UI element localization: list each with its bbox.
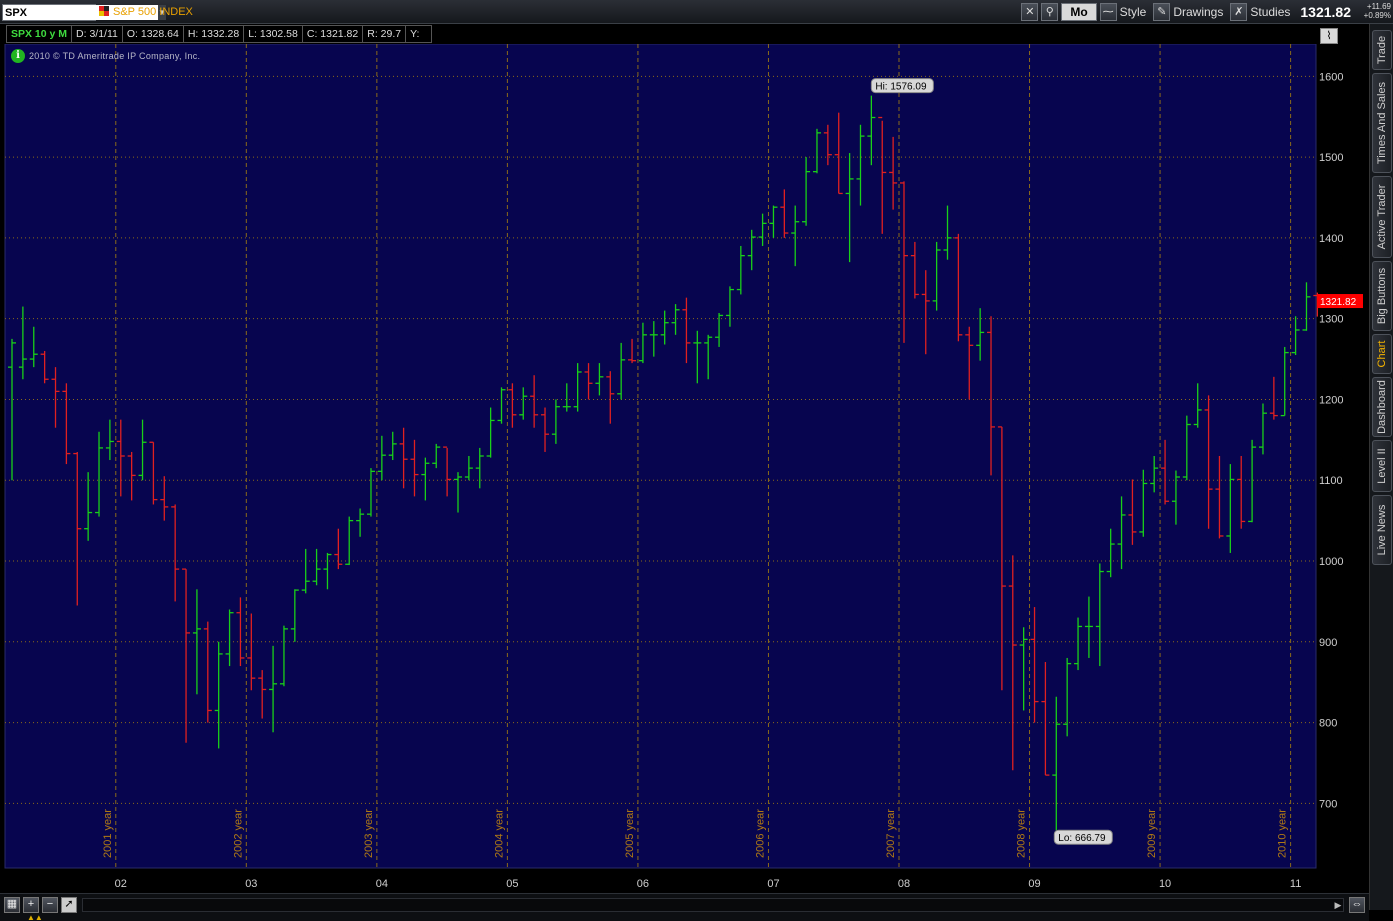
studies-button[interactable]: Studies <box>1250 5 1290 19</box>
year-label: 2007 year <box>885 809 897 858</box>
y-tick-label: 800 <box>1319 718 1337 730</box>
x-tick-label: 10 <box>1159 878 1171 890</box>
tab-active-trader[interactable]: Active Trader <box>1372 176 1392 258</box>
info-line: i 2010 © TD Ameritrade IP Company, Inc. <box>11 49 200 63</box>
year-label: 2004 year <box>493 809 505 858</box>
symbol-selector[interactable]: ▼ <box>2 4 166 21</box>
y-tick-label: 1600 <box>1319 71 1343 83</box>
magnify-icon[interactable]: ⚲ <box>1041 3 1059 21</box>
quote-high: H: 1332.28 <box>183 25 245 43</box>
x-tick-label: 02 <box>115 878 127 890</box>
year-label: 2005 year <box>624 809 636 858</box>
quote-symbol-period: SPX 10 y M <box>6 25 73 43</box>
y-tick-label: 1400 <box>1319 233 1343 245</box>
y-tick-label: 1200 <box>1319 394 1343 406</box>
layout-grid-icon[interactable]: ▦ <box>4 897 20 913</box>
low-annotation: Lo: 666.79 <box>1053 829 1113 845</box>
toolbar-controls: ✕ ⚲ Mo ⁓ Style ✎ Drawings ✗ Studies 1321… <box>1021 3 1351 21</box>
quote-date: D: 3/1/11 <box>72 25 123 43</box>
tab-dashboard[interactable]: Dashboard <box>1372 377 1392 437</box>
y-tick-label: 700 <box>1319 798 1337 810</box>
quote-open: O: 1328.64 <box>122 25 184 43</box>
tab-live-news[interactable]: Live News <box>1372 495 1392 565</box>
price-chart[interactable]: 700 800 900 1000 1100 1200 1300 1400 1500 1600 02 0… <box>0 44 1369 893</box>
current-price-label: 1321.82 <box>1320 297 1357 308</box>
current-price-tag: 1321.82 <box>1317 294 1363 309</box>
net-change: +11.69 <box>1366 2 1391 11</box>
horizontal-scrollbar[interactable] <box>82 898 1344 912</box>
bottom-bar: ▦ + − ➚ ◀ ▶ ⇔ ▲▲ <box>0 893 1369 921</box>
year-label: 2002 year <box>232 809 244 858</box>
quote-close: C: 1321.82 <box>302 25 364 43</box>
tab-label: Big Buttons <box>1376 267 1388 325</box>
year-label: 2009 year <box>1146 809 1158 858</box>
tab-chart[interactable]: Chart <box>1372 334 1392 374</box>
quote-low: L: 1302.58 <box>244 25 303 43</box>
quote-strip: SPX 10 y M D: 3/1/11 O: 1328.64 H: 1332.… <box>6 25 433 43</box>
index-name: S&P 500 INDEX <box>113 6 193 18</box>
pointer-icon[interactable]: ➚ <box>61 897 77 913</box>
year-label: 2006 year <box>754 809 766 858</box>
x-tick-label: 08 <box>898 878 910 890</box>
year-label: 2010 year <box>1277 809 1289 858</box>
y-tick-label: 1000 <box>1319 556 1343 568</box>
expand-icon[interactable]: ⇔ <box>1349 897 1365 913</box>
style-button[interactable]: Style <box>1120 5 1147 19</box>
x-tick-label: 11 <box>1290 878 1301 890</box>
expand-up-icon[interactable]: ▲▲ <box>27 913 43 921</box>
year-label: 2003 year <box>363 809 375 858</box>
tab-level-ii[interactable]: Level II <box>1372 440 1392 492</box>
side-tabs: Trade Times And Sales Active Trader Big But… <box>1369 24 1393 910</box>
tab-label: Trade <box>1376 35 1388 65</box>
tab-label: Active Trader <box>1376 184 1388 250</box>
high-label: Hi: 1576.09 <box>875 82 927 93</box>
tab-label: Live News <box>1376 504 1388 556</box>
y-tick-label: 1300 <box>1319 314 1343 326</box>
drawings-button[interactable]: Drawings <box>1173 5 1223 19</box>
year-label: 2008 year <box>1016 809 1028 858</box>
symbol-link-icon[interactable] <box>99 6 109 16</box>
style-icon[interactable]: ⁓ <box>1099 3 1117 21</box>
tab-times-and-sales[interactable]: Times And Sales <box>1372 73 1392 173</box>
y-tick-label: 1500 <box>1319 152 1343 164</box>
pencil-icon[interactable]: ✎ <box>1153 3 1171 21</box>
tab-label: Dashboard <box>1376 380 1388 434</box>
studies-icon[interactable]: ✗ <box>1230 3 1248 21</box>
timeframe-button[interactable]: Mo <box>1061 3 1097 21</box>
quote-y: Y: <box>406 25 433 43</box>
tab-trade[interactable]: Trade <box>1372 30 1392 70</box>
chart-settings-icon[interactable]: ⌇ <box>1320 28 1338 44</box>
high-annotation: Hi: 1576.09 <box>870 78 934 94</box>
scroll-right-icon[interactable]: ▶ <box>1331 898 1345 912</box>
x-tick-label: 05 <box>506 878 518 890</box>
zoom-out-icon[interactable]: − <box>42 897 58 913</box>
tab-label: Level II <box>1376 448 1388 484</box>
y-tick-label: 1100 <box>1319 475 1343 487</box>
y-tick-label: 900 <box>1319 637 1337 649</box>
x-tick-label: 07 <box>767 878 779 890</box>
crosshair-icon[interactable]: ✕ <box>1021 3 1039 21</box>
year-label: 2001 year <box>102 809 114 858</box>
low-label: Lo: 666.79 <box>1058 833 1106 844</box>
plot-area <box>4 44 1317 869</box>
zoom-in-icon[interactable]: + <box>23 897 39 913</box>
copyright-notice: 2010 © TD Ameritrade IP Company, Inc. <box>29 51 201 61</box>
percent-change: +0.89% <box>1363 11 1391 20</box>
tab-big-buttons[interactable]: Big Buttons <box>1372 261 1392 331</box>
x-tick-label: 04 <box>376 878 388 890</box>
change-readout: +11.69 +0.89% <box>1364 2 1391 20</box>
x-tick-label: 06 <box>637 878 649 890</box>
top-toolbar: ▼ S&P 500 INDEX ✕ ⚲ Mo ⁓ Style ✎ Drawing… <box>0 0 1393 24</box>
quote-range: R: 29.7 <box>363 25 407 43</box>
info-icon[interactable]: i <box>11 49 25 63</box>
tab-label: Times And Sales <box>1376 81 1388 165</box>
x-tick-label: 09 <box>1028 878 1040 890</box>
last-price: 1321.82 <box>1300 4 1351 20</box>
tab-label: Chart <box>1376 340 1388 368</box>
x-tick-label: 03 <box>245 878 257 890</box>
chart-window: ▼ S&P 500 INDEX ✕ ⚲ Mo ⁓ Style ✎ Drawing… <box>0 0 1393 921</box>
